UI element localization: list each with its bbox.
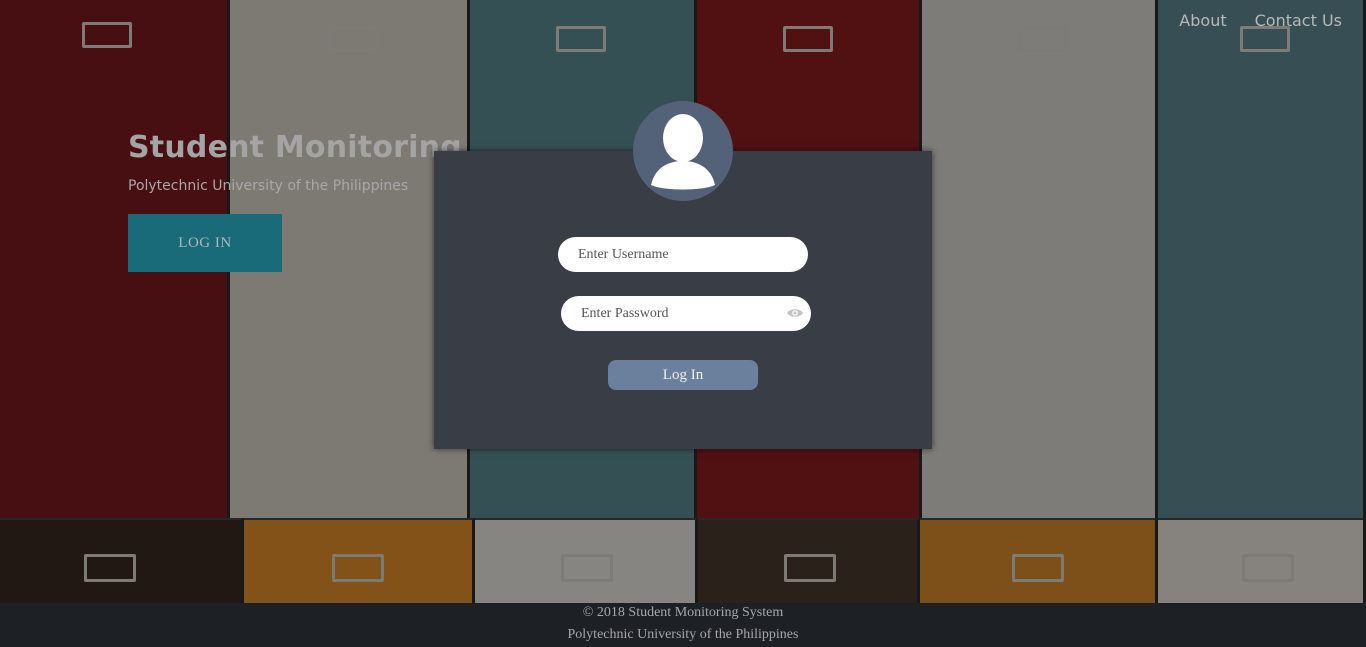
footer-copyright: © 2018 Student Monitoring System (582, 605, 784, 620)
footer-university: Polytechnic University of the Philippine… (567, 627, 799, 642)
nav-about-link[interactable]: About (1179, 11, 1226, 30)
top-nav: About Contact Us (1179, 11, 1342, 30)
user-silhouette-icon (633, 101, 733, 201)
hero-title: Student Monitoring (128, 130, 462, 165)
password-input[interactable] (561, 296, 811, 331)
eye-icon[interactable] (786, 306, 804, 318)
hero-subtitle: Polytechnic University of the Philippine… (128, 178, 409, 194)
nav-contact-link[interactable]: Contact Us (1255, 11, 1342, 30)
hero-login-button[interactable]: LOG IN (128, 214, 282, 272)
username-input[interactable] (558, 237, 808, 272)
login-submit-button[interactable]: Log In (608, 360, 758, 390)
footer: © 2018 Student Monitoring System Polytec… (0, 603, 1366, 647)
